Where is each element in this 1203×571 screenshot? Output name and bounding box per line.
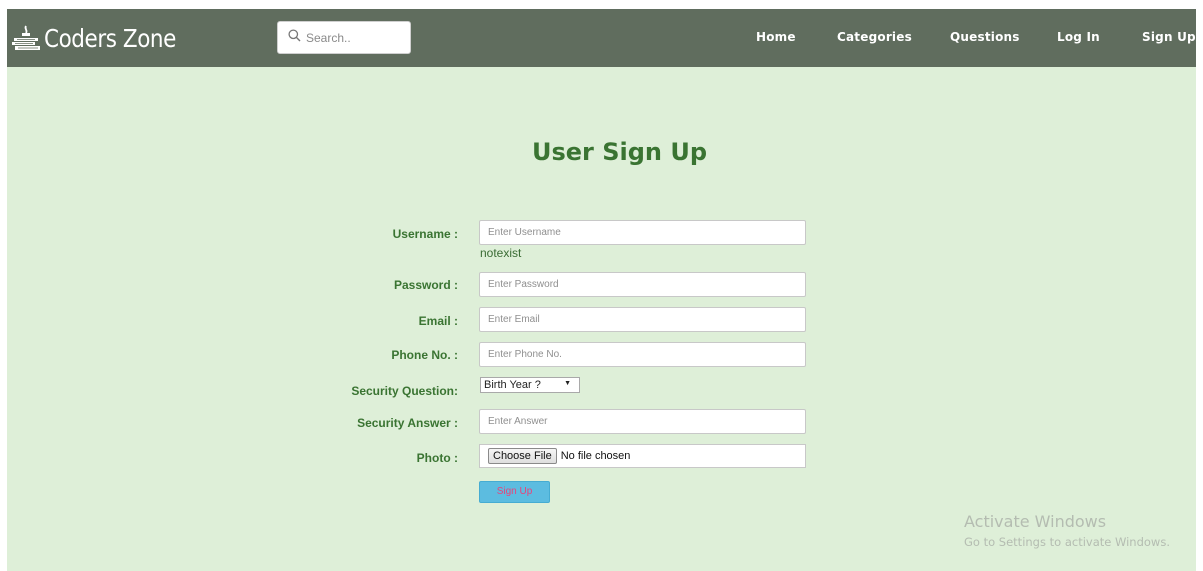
security-answer-label: Security Answer : xyxy=(357,416,458,430)
password-field[interactable] xyxy=(479,272,806,297)
nav-signup[interactable]: Sign Up xyxy=(1142,30,1196,45)
nav-home[interactable]: Home xyxy=(756,30,796,45)
photo-label: Photo : xyxy=(416,451,458,465)
activate-windows-title: Activate Windows xyxy=(964,512,1107,531)
navbar: Coders Zone Home Categories Questions Lo… xyxy=(7,9,1196,67)
password-label: Password : xyxy=(393,278,458,292)
activate-windows-subtitle: Go to Settings to activate Windows. xyxy=(964,535,1170,549)
choose-file-button[interactable]: Choose File xyxy=(488,448,557,464)
brand-name: Coders Zone xyxy=(44,23,176,53)
caret-down-icon: ▼ xyxy=(564,380,571,387)
username-availability-note: notexist xyxy=(480,246,522,260)
phone-label: Phone No. : xyxy=(391,348,458,362)
books-lamp-icon xyxy=(11,24,41,52)
page-frame: Coders Zone Home Categories Questions Lo… xyxy=(7,9,1196,571)
sign-up-button[interactable]: Sign Up xyxy=(479,481,550,503)
nav-categories[interactable]: Categories xyxy=(837,30,912,45)
search-input[interactable] xyxy=(306,30,402,45)
security-question-value: Birth Year ? xyxy=(484,379,541,391)
photo-file-input: Choose File No file chosen xyxy=(479,444,806,468)
search-icon xyxy=(278,28,301,47)
email-field[interactable] xyxy=(479,307,806,332)
page-title: User Sign Up xyxy=(531,138,708,166)
security-answer-field[interactable] xyxy=(479,409,806,434)
brand-logo[interactable]: Coders Zone xyxy=(11,21,197,55)
nav-questions[interactable]: Questions xyxy=(950,30,1020,45)
file-status-text: No file chosen xyxy=(560,450,631,462)
search-box[interactable] xyxy=(277,21,411,54)
username-field[interactable] xyxy=(479,220,806,245)
phone-field[interactable] xyxy=(479,342,806,367)
security-question-select[interactable]: Birth Year ? ▼ xyxy=(480,377,580,393)
nav-login[interactable]: Log In xyxy=(1057,30,1100,45)
security-question-label: Security Question: xyxy=(351,384,458,398)
username-label: Username : xyxy=(392,227,458,241)
email-label: Email : xyxy=(418,314,458,328)
